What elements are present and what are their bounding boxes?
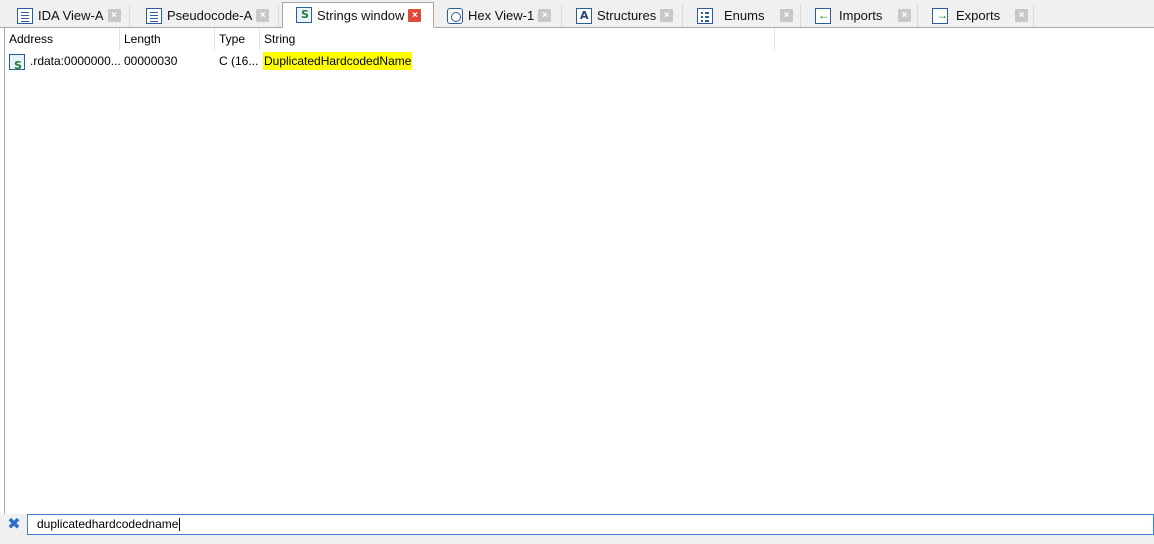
close-icon[interactable]: ×: [898, 9, 911, 22]
structures-icon: [576, 7, 592, 24]
tab-pseudocode-a[interactable]: Pseudocode-A ×: [133, 4, 279, 27]
close-icon[interactable]: ×: [408, 8, 422, 22]
clear-filter-icon[interactable]: ✖: [7, 517, 21, 533]
strings-icon: [296, 7, 312, 23]
filter-text: duplicatedhardcodedname: [37, 517, 179, 531]
tab-label: Strings window: [317, 7, 405, 23]
column-header-string[interactable]: String: [260, 28, 775, 50]
close-icon[interactable]: ×: [538, 9, 552, 22]
imports-icon: [815, 7, 831, 24]
close-icon[interactable]: ×: [107, 9, 121, 22]
tab-label: IDA View-A: [38, 8, 104, 23]
table-row[interactable]: .rdata:0000000... 00000030 C (16... Dupl…: [5, 50, 775, 72]
tab-label: Structures: [597, 8, 657, 23]
string-cell: DuplicatedHardcodedName: [260, 50, 775, 72]
document-icon: [146, 7, 162, 24]
tab-label: Enums: [724, 8, 765, 23]
tab-enums[interactable]: Enums ×: [684, 4, 801, 27]
address-value: .rdata:0000000...: [30, 54, 120, 68]
tab-label: Hex View-1: [468, 8, 535, 23]
column-header-type[interactable]: Type: [215, 28, 260, 50]
tab-hex-view-1[interactable]: Hex View-1 ×: [434, 4, 562, 27]
string-value: DuplicatedHardcodedName: [263, 52, 413, 70]
address-cell: .rdata:0000000...: [5, 50, 120, 72]
exports-icon: [932, 7, 948, 24]
close-icon[interactable]: ×: [256, 9, 270, 22]
type-cell: C (16...: [219, 54, 259, 68]
tab-label: Pseudocode-A: [167, 8, 253, 23]
tab-ida-view-a[interactable]: IDA View-A ×: [4, 4, 130, 27]
column-header-address[interactable]: Address: [5, 28, 120, 50]
close-icon[interactable]: ×: [780, 9, 793, 22]
tab-imports[interactable]: Imports ×: [802, 4, 918, 27]
string-entry-icon: [9, 53, 25, 72]
filter-input[interactable]: duplicatedhardcodedname: [27, 514, 1154, 535]
enums-icon: [697, 7, 713, 24]
tab-exports[interactable]: Exports ×: [919, 4, 1034, 27]
table-header: Address Length Type String: [5, 28, 775, 50]
strings-list-panel[interactable]: Address Length Type String .rdata:000000…: [4, 28, 1154, 514]
text-caret: [179, 518, 181, 532]
hex-icon: [447, 7, 463, 24]
tab-label: Exports: [956, 8, 1001, 23]
document-icon: [17, 7, 33, 24]
length-cell: 00000030: [124, 54, 178, 68]
tab-bar: IDA View-A × Pseudocode-A × Strings wind…: [0, 0, 1154, 28]
column-header-length[interactable]: Length: [120, 28, 215, 50]
tab-structures[interactable]: Structures ×: [563, 4, 683, 27]
close-icon[interactable]: ×: [1015, 9, 1028, 22]
tab-strings-window[interactable]: Strings window ×: [282, 2, 434, 28]
close-icon[interactable]: ×: [660, 9, 674, 22]
tab-label: Imports: [839, 8, 883, 23]
